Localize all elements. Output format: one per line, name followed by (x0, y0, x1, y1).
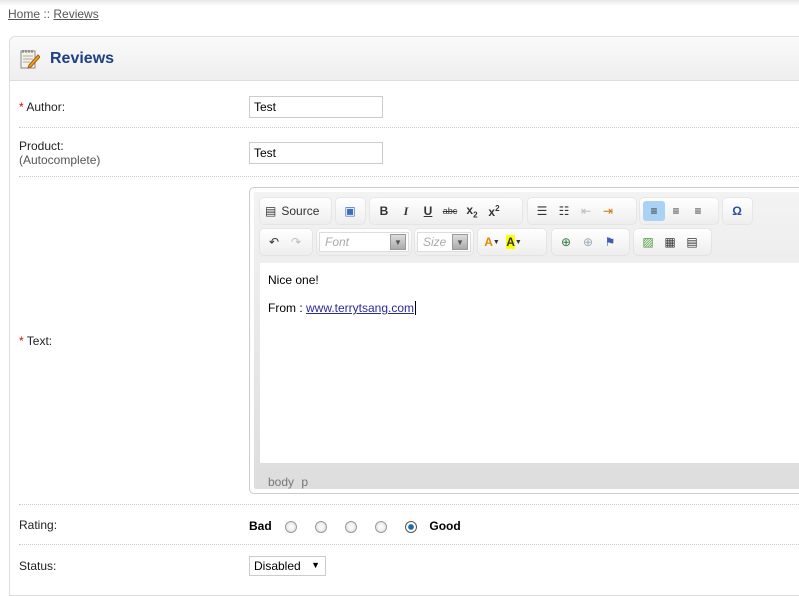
notepad-edit-icon (20, 50, 40, 69)
link-icon[interactable]: ⊕ (555, 232, 577, 252)
horizontal-rule-icon[interactable]: ▤ (681, 232, 703, 252)
size-combo[interactable]: Size ▼ (417, 232, 471, 252)
italic-icon[interactable]: I (395, 201, 417, 221)
toolbar-group-align: ≡ ≡ ≡ (640, 198, 718, 224)
rating-radio-2[interactable] (315, 520, 328, 533)
toolbar-group-undo: ↶ ↷ (260, 229, 312, 255)
status-label: Status: (19, 559, 57, 573)
undo-icon[interactable]: ↶ (263, 232, 285, 252)
breadcrumb-reviews[interactable]: Reviews (53, 7, 98, 21)
bulleted-list-icon[interactable]: ☷ (553, 201, 575, 221)
underline-icon[interactable]: U (417, 201, 439, 221)
bold-icon[interactable]: B (373, 201, 395, 221)
numbered-list-icon[interactable]: ☰ (531, 201, 553, 221)
redo-icon[interactable]: ↷ (285, 232, 307, 252)
top-shadow (0, 0, 799, 6)
special-char-omega-icon[interactable]: Ω (726, 201, 748, 221)
rating-row: Rating: Bad Good (19, 505, 799, 545)
toolbar-group-colors: A ▼ A ▼ (478, 229, 546, 255)
breadcrumb-separator: :: (43, 7, 51, 21)
author-input[interactable] (249, 96, 383, 118)
superscript-icon[interactable]: x2 (483, 201, 505, 221)
content-paragraph: Nice one! (268, 273, 319, 287)
toolbar-group-maximize: ▣ (336, 198, 365, 224)
breadcrumb-home[interactable]: Home (8, 7, 40, 21)
subscript-icon[interactable]: x2 (461, 201, 483, 221)
rating-label: Rating: (19, 518, 58, 532)
author-label: * Author: (19, 100, 66, 114)
font-combo[interactable]: Font ▼ (319, 232, 409, 252)
rich-text-editor: ▤ Source ▣ B I U abc x2 x2 ☰ ☷ ⇤ ⇥ ≡ ≡ ≡ … (249, 187, 799, 494)
rating-high-label: Good (429, 519, 461, 533)
element-path[interactable]: body p (268, 475, 308, 489)
strikethrough-icon[interactable]: abc (439, 201, 461, 221)
rating-low-label: Bad (249, 519, 272, 533)
breadcrumb: Home :: Reviews (8, 7, 99, 21)
indent-icon[interactable]: ⇥ (597, 201, 619, 221)
chevron-down-icon: ▼ (311, 560, 320, 570)
editor-content[interactable]: Nice one! From : www.terrytsang.com (260, 263, 799, 463)
content-link[interactable]: www.terrytsang.com (306, 301, 414, 315)
content-paragraph: From : www.terrytsang.com (268, 301, 417, 315)
product-input[interactable] (249, 142, 383, 164)
page-title: Reviews (50, 50, 115, 67)
toolbar-group-special: Ω (723, 198, 752, 224)
table-icon[interactable]: ▦ (659, 232, 681, 252)
chevron-down-icon: ▼ (452, 234, 468, 250)
rating-radio-5[interactable] (405, 520, 418, 533)
background-color-icon[interactable]: A ▼ (503, 232, 525, 252)
align-center-icon[interactable]: ≡ (665, 201, 687, 221)
panel-header: Reviews (10, 37, 799, 81)
text-label: * Text: (19, 334, 53, 348)
source-button[interactable]: ▤ Source (263, 201, 321, 221)
rating-group: Bad Good (249, 519, 461, 533)
toolbar-group-size: Size ▼ (415, 229, 473, 255)
product-row: Product: (Autocomplete) (19, 128, 799, 177)
document-icon: ▤ (265, 204, 277, 218)
toolbar-group-basic: B I U abc x2 x2 (370, 198, 522, 224)
product-label: Product: (Autocomplete) (19, 139, 101, 167)
chevron-down-icon: ▼ (390, 234, 406, 250)
toolbar-group-lists: ☰ ☷ ⇤ ⇥ (528, 198, 636, 224)
align-right-icon[interactable]: ≡ (687, 201, 709, 221)
anchor-flag-icon[interactable]: ⚑ (599, 232, 621, 252)
rating-radio-1[interactable] (285, 520, 298, 533)
toolbar-group-insert: ▨ ▦ ▤ (634, 229, 711, 255)
author-row: * Author: (19, 90, 799, 128)
toolbar-group-source: ▤ Source (260, 198, 331, 224)
image-icon[interactable]: ▨ (637, 232, 659, 252)
maximize-icon[interactable]: ▣ (339, 201, 361, 221)
rating-radio-4[interactable] (375, 520, 388, 533)
toolbar-group-links: ⊕ ⊕ ⚑ (552, 229, 629, 255)
outdent-icon[interactable]: ⇤ (575, 201, 597, 221)
align-left-icon[interactable]: ≡ (643, 201, 665, 221)
rating-radio-3[interactable] (345, 520, 358, 533)
text-color-icon[interactable]: A ▼ (481, 232, 503, 252)
toolbar-group-font: Font ▼ (317, 229, 411, 255)
status-select[interactable]: Disabled ▼ (249, 556, 326, 576)
unlink-icon[interactable]: ⊕ (577, 232, 599, 252)
status-row: Status: (19, 545, 799, 585)
